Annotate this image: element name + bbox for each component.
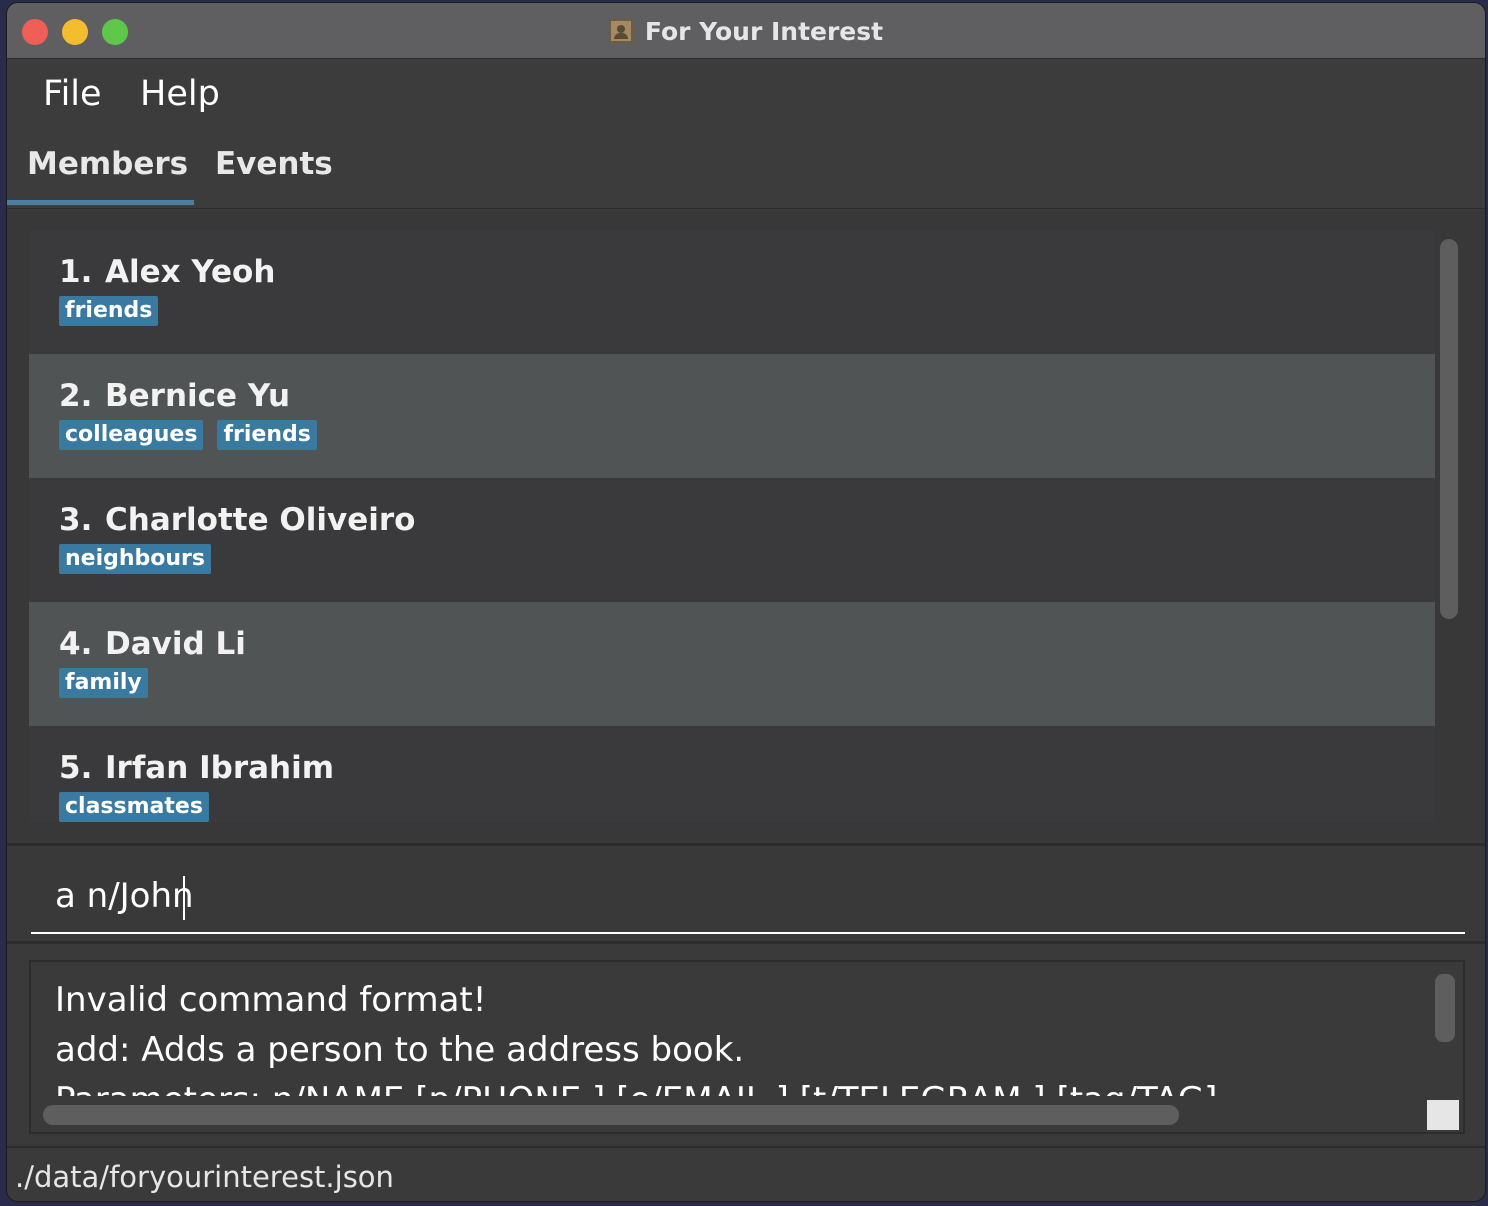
member-list-area: 1. Alex Yeoh friends 2. Bernice Yu colleag…: [7, 210, 1485, 843]
tag: family: [59, 668, 148, 698]
scrollbar-corner: [1427, 1100, 1459, 1130]
menu-bar: File Help: [7, 60, 1485, 132]
result-vertical-scrollbar[interactable]: [1435, 974, 1455, 1042]
member-name-text: Irfan Ibrahim: [105, 750, 335, 786]
member-index: 1.: [59, 254, 93, 290]
result-line: add: Adds a person to the address book.: [55, 1030, 745, 1070]
member-card[interactable]: 2. Bernice Yu colleagues friends: [29, 354, 1435, 478]
member-index: 3.: [59, 502, 93, 538]
menu-file[interactable]: File: [43, 74, 102, 114]
member-name: 1. Alex Yeoh: [59, 254, 275, 290]
menu-help[interactable]: Help: [140, 74, 220, 114]
window-title: For Your Interest: [644, 16, 884, 46]
tag: colleagues: [59, 420, 204, 450]
member-index: 5.: [59, 750, 93, 786]
tag-list: friends: [59, 296, 159, 326]
member-name: 5. Irfan Ibrahim: [59, 750, 334, 786]
member-card[interactable]: 5. Irfan Ibrahim classmates: [29, 726, 1435, 822]
result-display-area: Invalid command format! add: Adds a pers…: [7, 944, 1485, 1146]
tab-bar: Members Events: [7, 132, 1485, 209]
command-box-area: [7, 843, 1485, 944]
member-name: 4. David Li: [59, 626, 246, 662]
member-name-text: Bernice Yu: [105, 378, 291, 414]
member-index: 4.: [59, 626, 93, 662]
tab-events[interactable]: Events: [215, 146, 333, 182]
text-caret: [183, 876, 185, 920]
tag-list: neighbours: [59, 544, 212, 574]
command-input[interactable]: [31, 860, 1465, 934]
tag: neighbours: [59, 544, 212, 574]
member-name-text: Charlotte Oliveiro: [105, 502, 416, 538]
member-name: 2. Bernice Yu: [59, 378, 290, 414]
title-group: For Your Interest: [7, 15, 1485, 47]
status-bar: ./data/foryourinterest.json: [7, 1146, 1485, 1201]
member-name: 3. Charlotte Oliveiro: [59, 502, 415, 538]
tag: classmates: [59, 792, 209, 822]
address-book-icon: [608, 19, 633, 43]
tag-list: family: [59, 668, 148, 698]
member-index: 2.: [59, 378, 93, 414]
tag: friends: [59, 296, 159, 326]
title-bar[interactable]: For Your Interest: [7, 3, 1485, 59]
tag-list: classmates: [59, 792, 209, 822]
tab-members[interactable]: Members: [27, 146, 188, 182]
result-display[interactable]: Invalid command format! add: Adds a pers…: [29, 960, 1465, 1134]
member-card[interactable]: 3. Charlotte Oliveiro neighbours: [29, 478, 1435, 602]
tag-list: colleagues friends: [59, 420, 317, 450]
member-list-scrollbar-thumb[interactable]: [1440, 239, 1458, 619]
member-list[interactable]: 1. Alex Yeoh friends 2. Bernice Yu colleag…: [29, 230, 1435, 822]
app-window: For Your Interest File Help Members Even…: [6, 2, 1486, 1202]
status-file-path: ./data/foryourinterest.json: [15, 1160, 394, 1194]
member-card[interactable]: 1. Alex Yeoh friends: [29, 230, 1435, 354]
result-line: Invalid command format!: [55, 980, 487, 1020]
member-card[interactable]: 4. David Li family: [29, 602, 1435, 726]
member-name-text: Alex Yeoh: [105, 254, 276, 290]
result-horizontal-scrollbar[interactable]: [43, 1105, 1179, 1125]
active-tab-indicator: [7, 200, 194, 205]
member-name-text: David Li: [105, 626, 246, 662]
tag: friends: [217, 420, 317, 450]
